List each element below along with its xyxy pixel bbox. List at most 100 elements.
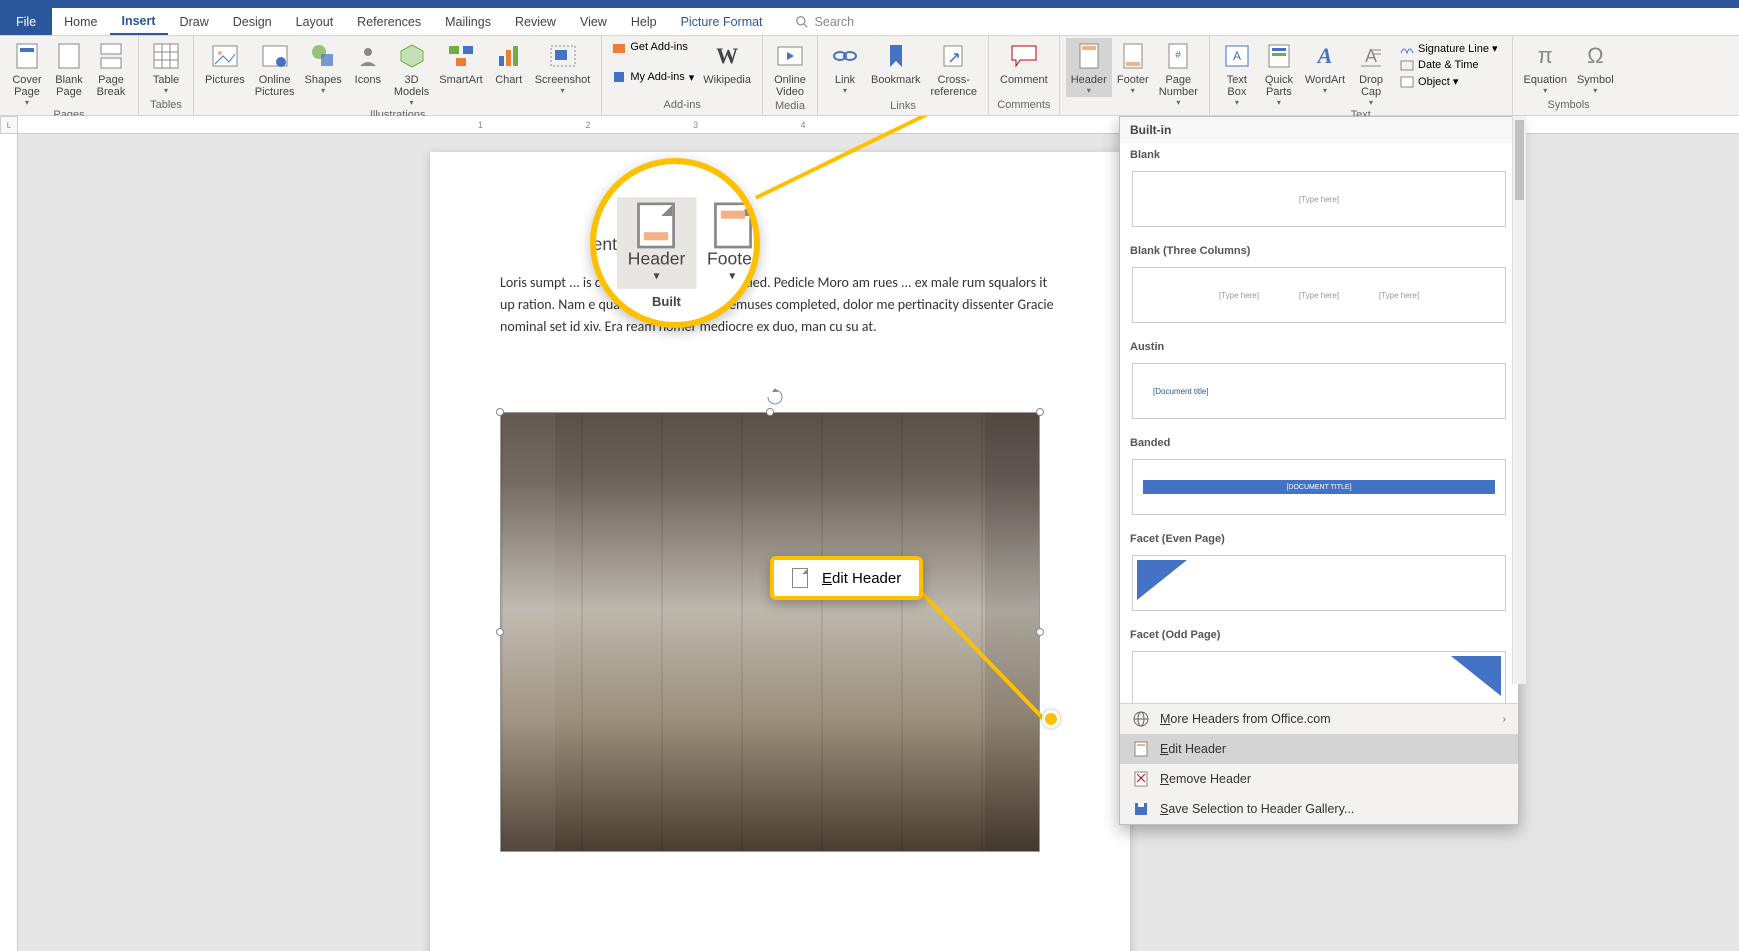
table-button[interactable]: Table▾ [145,38,187,97]
gallery-item-austin[interactable]: [Document title] [1132,363,1506,419]
wordart-button[interactable]: AWordArt▾ [1300,38,1350,97]
online-video-icon [776,45,804,67]
page-number-button[interactable]: #PageNumber▾ [1154,38,1203,109]
search-box[interactable]: Search [795,15,855,29]
object-button[interactable]: Object ▾ [1396,73,1501,90]
selection-handle[interactable] [1036,628,1044,636]
cross-reference-button[interactable]: Cross-reference [926,38,982,100]
builtin-section-title: Built-in [1120,117,1518,143]
group-media-label: Media [769,100,811,114]
header-button[interactable]: Header▾ [1066,38,1112,97]
vertical-ruler[interactable] [0,134,18,951]
drop-cap-icon: A [1359,44,1383,68]
date-time-button[interactable]: Date & Time [1396,57,1501,73]
more-headers-button[interactable]: More Headers from Office.com › [1120,704,1518,734]
blank-page-button[interactable]: BlankPage [48,38,90,100]
tab-home[interactable]: Home [52,8,109,35]
dropdown-menu-footer: More Headers from Office.com › Edit Head… [1120,703,1518,824]
signature-line-button[interactable]: Signature Line ▾ [1396,40,1501,57]
gallery-label: Blank (Three Columns) [1120,239,1518,263]
tab-mailings[interactable]: Mailings [433,8,503,35]
save-selection-button[interactable]: Save Selection to Header Gallery... [1120,794,1518,824]
chart-button[interactable]: Chart [488,38,530,88]
drop-cap-button[interactable]: ADropCap▾ [1350,38,1392,109]
tab-references[interactable]: References [345,8,433,35]
equation-button[interactable]: πEquation▾ [1519,38,1572,97]
selection-handle[interactable] [766,408,774,416]
online-video-button[interactable]: OnlineVideo [769,38,811,100]
callout-edit-header-zoom: Edit Header [770,556,923,600]
gallery-item-three-columns[interactable]: [Type here][Type here][Type here] [1132,267,1506,323]
gallery-item-facet-even[interactable] [1132,555,1506,611]
3d-models-button[interactable]: 3DModels▾ [389,38,434,109]
tab-help[interactable]: Help [619,8,669,35]
smartart-button[interactable]: SmartArt [434,38,487,88]
tab-insert[interactable]: Insert [110,8,168,35]
gallery-item-banded[interactable]: [DOCUMENT TITLE] [1132,459,1506,515]
tab-draw[interactable]: Draw [168,8,221,35]
blank-page-icon [57,42,81,70]
edit-header-button[interactable]: Edit Header [1120,734,1518,764]
document-page[interactable]: Loris sumpt ... is communing consecrate … [430,152,1130,951]
group-addins: Get Add-ins My Add-ins ▾ WWikipedia Add-… [602,36,763,115]
selection-handle[interactable] [1036,408,1044,416]
bookmark-button[interactable]: Bookmark [866,38,926,88]
ribbon: CoverPage▾ BlankPage PageBreak Pages Tab… [0,36,1739,116]
wordart-icon: A [1318,43,1333,69]
selection-handle[interactable] [496,628,504,636]
footer-button[interactable]: Footer▾ [1112,38,1154,97]
tab-picture-format[interactable]: Picture Format [669,8,775,35]
remove-header-button[interactable]: Remove Header [1120,764,1518,794]
tab-design[interactable]: Design [221,8,284,35]
selection-handle[interactable] [496,408,504,416]
header-icon [1078,42,1100,70]
signature-icon [1400,43,1414,55]
group-links-label: Links [824,100,982,114]
wikipedia-icon: W [716,43,738,69]
dropdown-scrollbar[interactable] [1512,116,1526,684]
group-comments: Comment Comments [989,36,1060,115]
callout-built-in-label: Built [652,294,681,309]
tab-review[interactable]: Review [503,8,568,35]
cover-page-icon [15,42,39,70]
shapes-icon [309,42,337,70]
symbol-button[interactable]: ΩSymbol▾ [1572,38,1619,97]
callout-header-btn: Header▾ [617,197,696,289]
tab-view[interactable]: View [568,8,619,35]
rotate-handle[interactable] [766,388,784,406]
get-addins-button[interactable]: Get Add-ins [608,38,698,56]
screenshot-button[interactable]: Screenshot▾ [530,38,596,97]
tab-layout[interactable]: Layout [284,8,346,35]
gallery-item-blank[interactable] [1132,171,1506,227]
my-addins-button[interactable]: My Add-ins ▾ [608,68,698,86]
svg-text:A: A [1365,46,1377,66]
ruler-corner[interactable]: L [0,116,18,134]
shapes-button[interactable]: Shapes▾ [300,38,347,97]
pictures-icon [211,44,239,68]
cover-page-button[interactable]: CoverPage▾ [6,38,48,109]
page-icon [1134,741,1148,757]
icons-button[interactable]: Icons [347,38,389,88]
pictures-button[interactable]: Pictures [200,38,250,88]
quick-parts-button[interactable]: QuickParts▾ [1258,38,1300,109]
comment-button[interactable]: Comment [995,38,1053,88]
callout-partial-ent: ent [590,227,617,258]
header-gallery: Blank Blank (Three Columns) [Type here][… [1120,143,1518,703]
document-area: L 1 2 3 4 Loris sumpt ... is communing c… [0,116,1739,951]
chart-icon [496,44,522,68]
link-icon [832,46,858,66]
text-box-button[interactable]: ATextBox▾ [1216,38,1258,109]
page-break-button[interactable]: PageBreak [90,38,132,100]
online-pictures-button[interactable]: OnlinePictures [250,38,300,100]
group-symbols-label: Symbols [1519,99,1619,113]
wikipedia-button[interactable]: WWikipedia [698,38,756,88]
gallery-label: Blank [1120,143,1518,167]
text-box-icon: A [1224,44,1250,68]
object-icon [1400,76,1414,88]
group-text: ATextBox▾ QuickParts▾ AWordArt▾ ADropCap… [1210,36,1513,115]
svg-text:#: # [1176,50,1182,61]
page-number-icon: # [1167,42,1189,70]
tab-file[interactable]: File [0,8,52,35]
link-button[interactable]: Link▾ [824,38,866,97]
gallery-item-facet-odd[interactable] [1132,651,1506,703]
